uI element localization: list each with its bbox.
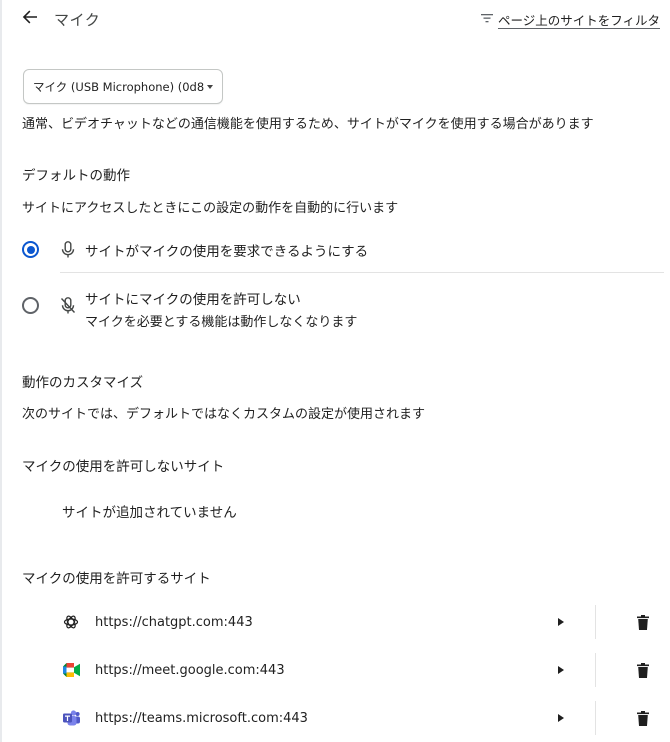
site-url[interactable]: https://teams.microsoft.com:443 xyxy=(95,711,308,726)
filter-sites-link[interactable]: ページ上のサイトをフィルタ xyxy=(480,10,660,29)
site-row-microsoft-teams[interactable]: https://teams.microsoft.com:443 xyxy=(0,695,670,741)
back-button[interactable] xyxy=(17,6,43,32)
google-meet-icon xyxy=(62,661,80,679)
description-text: 通常、ビデオチャットなどの通信機能を使用するため、サイトがマイクを使用する場合が… xyxy=(22,117,594,132)
site-url[interactable]: https://meet.google.com:443 xyxy=(95,663,285,678)
delete-button[interactable] xyxy=(634,613,652,631)
radio-button-unchecked[interactable] xyxy=(22,297,39,314)
radio-allow-ask-label: サイトがマイクの使用を要求できるようにする xyxy=(85,244,369,260)
arrow-back-icon xyxy=(22,9,38,29)
separator xyxy=(595,653,596,687)
filter-icon xyxy=(480,12,493,28)
custom-behavior-subtext: 次のサイトでは、デフォルトではなくカスタムの設定が使用されます xyxy=(22,407,426,422)
page-title: マイク xyxy=(54,11,101,29)
blocked-sites-heading: マイクの使用を許可しないサイト xyxy=(22,459,225,475)
custom-behavior-heading: 動作のカスタマイズ xyxy=(22,375,144,391)
radio-block[interactable]: サイトにマイクの使用を許可しない マイクを必要とする機能は動作しなくなります xyxy=(22,288,662,330)
selected-device: マイク (USB Microphone) (0d8c xyxy=(33,79,204,94)
site-row-chatgpt[interactable]: https://chatgpt.com:443 xyxy=(0,599,670,645)
mic-icon xyxy=(59,240,77,258)
microsoft-teams-icon xyxy=(62,709,80,727)
expand-arrow-icon[interactable] xyxy=(558,666,564,674)
allowed-sites-heading: マイクの使用を許可するサイト xyxy=(22,571,211,587)
no-sites-text: サイトが追加されていません xyxy=(62,505,237,521)
site-url[interactable]: https://chatgpt.com:443 xyxy=(95,615,253,630)
expand-arrow-icon[interactable] xyxy=(558,714,564,722)
radio-allow-ask[interactable]: サイトがマイクの使用を要求できるようにする xyxy=(22,240,662,260)
default-behavior-subtext: サイトにアクセスしたときにこの設定の動作を自動的に行います xyxy=(22,201,399,216)
delete-button[interactable] xyxy=(634,709,652,727)
radio-block-sublabel: マイクを必要とする機能は動作しなくなります xyxy=(85,315,358,330)
site-row-google-meet[interactable]: https://meet.google.com:443 xyxy=(0,647,670,693)
mic-off-icon xyxy=(59,296,77,314)
radio-button-checked[interactable] xyxy=(22,241,39,258)
separator xyxy=(595,605,596,639)
expand-arrow-icon[interactable] xyxy=(558,618,564,626)
divider xyxy=(60,272,664,273)
radio-block-label: サイトにマイクの使用を許可しない xyxy=(85,292,301,308)
separator xyxy=(595,701,596,735)
dropdown-caret-icon xyxy=(207,84,213,89)
default-behavior-heading: デフォルトの動作 xyxy=(22,168,130,184)
delete-button[interactable] xyxy=(634,661,652,679)
microphone-device-select[interactable]: マイク (USB Microphone) (0d8c xyxy=(23,69,223,104)
filter-label: ページ上のサイトをフィルタ xyxy=(497,13,660,28)
chatgpt-icon xyxy=(62,613,80,631)
